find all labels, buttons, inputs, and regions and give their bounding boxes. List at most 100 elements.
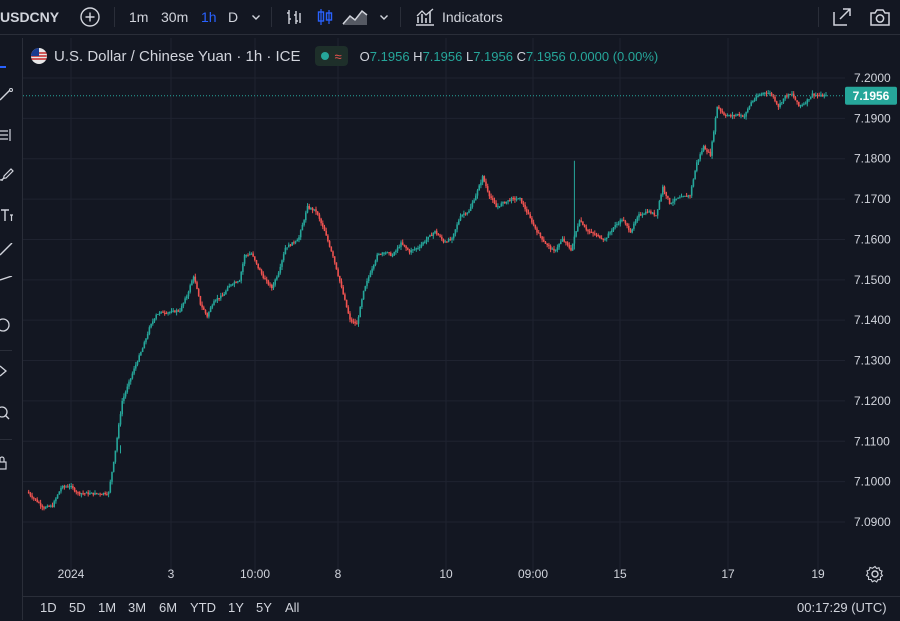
text-tool-icon[interactable] <box>0 208 14 222</box>
ruler-icon[interactable] <box>0 243 14 257</box>
bar-chart-type-button[interactable] <box>284 0 304 34</box>
candles-chart-type-button[interactable] <box>315 0 335 34</box>
candle-body <box>529 214 531 218</box>
candle-body <box>112 461 115 472</box>
candle-body <box>413 249 416 251</box>
candle-body <box>209 307 212 312</box>
candle-body <box>384 252 387 254</box>
candle-body <box>755 96 758 100</box>
candle-body <box>495 203 497 208</box>
interval-1m-button[interactable]: 1m <box>129 0 148 34</box>
emoji-icon[interactable] <box>0 318 14 332</box>
cursor-icon[interactable] <box>0 52 6 68</box>
candle-body <box>546 243 548 245</box>
market-status-pill[interactable]: ≈ <box>314 46 348 66</box>
candle-body <box>677 197 679 199</box>
zoom-in-icon[interactable] <box>0 406 14 420</box>
candle-body <box>51 505 54 507</box>
candle-body <box>252 253 254 257</box>
candle-body <box>667 196 669 198</box>
price-chart[interactable] <box>23 38 845 580</box>
candle-body <box>61 486 64 488</box>
candle-body <box>617 223 620 225</box>
indicators-icon <box>416 8 434 26</box>
candle-body <box>786 95 788 97</box>
candle-body <box>702 146 705 151</box>
measure-icon[interactable] <box>0 276 14 290</box>
range-label: 5D <box>69 600 86 615</box>
candle-body <box>583 225 586 228</box>
candle-body <box>488 191 491 197</box>
chart-settings-button[interactable] <box>865 564 885 584</box>
drawing-toolbar <box>0 38 23 620</box>
candle-body <box>325 230 327 236</box>
candle-body <box>638 214 640 218</box>
interval-dropdown-button[interactable] <box>250 0 262 34</box>
candle-body <box>801 104 803 106</box>
candle-body <box>68 486 71 488</box>
candle-body <box>430 235 433 237</box>
candle-body <box>356 323 358 325</box>
candle-body <box>41 505 44 508</box>
candle-body <box>128 381 130 387</box>
range-1d-button[interactable]: 1D <box>40 600 57 615</box>
range-1y-button[interactable]: 1Y <box>228 600 244 615</box>
interval-1h-button[interactable]: 1h <box>201 0 217 34</box>
candle-body <box>587 229 589 232</box>
eraser-icon[interactable] <box>0 364 14 378</box>
lock-icon[interactable] <box>0 456 14 470</box>
candle-body <box>481 176 484 183</box>
brush-icon[interactable] <box>0 168 14 182</box>
candle-body <box>442 239 445 243</box>
candle-body <box>245 255 248 257</box>
fib-retracement-icon[interactable] <box>0 128 14 142</box>
candle-body <box>216 297 219 301</box>
range-6m-button[interactable]: 6M <box>159 600 177 615</box>
area-chart-type-button[interactable] <box>342 0 368 34</box>
symbol-title: U.S. Dollar / Chinese Yuan · 1h · ICE <box>54 47 301 65</box>
symbol-search-button[interactable]: USDCNY <box>0 0 59 34</box>
trend-line-icon[interactable] <box>0 88 14 102</box>
price-axis[interactable]: 7.2000 7.1900 7.1800 7.1700 7.1600 7.1500 7.14… <box>845 38 900 580</box>
candle-body <box>191 280 193 286</box>
chevron-down-icon <box>380 15 388 20</box>
indicators-button[interactable]: Indicators <box>414 0 503 34</box>
chevron-down-icon <box>252 15 260 20</box>
candle-body <box>303 220 305 225</box>
range-5y-button[interactable]: 5Y <box>256 600 272 615</box>
screenshot-button[interactable] <box>868 0 892 34</box>
range-all-button[interactable]: All <box>285 600 299 615</box>
candle-body <box>29 493 32 496</box>
utc-clock[interactable]: 00:17:29 (UTC) <box>797 600 887 615</box>
candle-body <box>454 229 457 234</box>
candle-body <box>269 284 271 286</box>
interval-d-button[interactable]: D <box>228 0 238 34</box>
candle-body <box>503 202 506 204</box>
candle-body <box>152 321 154 324</box>
range-1m-button[interactable]: 1M <box>98 600 116 615</box>
candle-body <box>153 318 156 322</box>
candle-body <box>575 231 577 237</box>
range-3m-button[interactable]: 3M <box>128 600 146 615</box>
candle-body <box>34 498 37 500</box>
candle-body <box>719 108 722 111</box>
candle-body <box>350 319 353 322</box>
candle-body <box>201 304 203 308</box>
candle-body <box>764 92 766 94</box>
candle-body <box>490 196 492 199</box>
chart-type-dropdown-button[interactable] <box>378 0 390 34</box>
candle-body <box>371 268 373 273</box>
time-axis[interactable]: 2024 3 10:00 8 10 09:00 15 17 19 <box>23 560 845 588</box>
range-5d-button[interactable]: 5D <box>69 600 86 615</box>
candle-body <box>585 227 588 230</box>
interval-30m-button[interactable]: 30m <box>161 0 188 34</box>
compare-symbol-button[interactable] <box>79 0 101 34</box>
fullscreen-button[interactable] <box>831 0 853 34</box>
chart-legend: U.S. Dollar / Chinese Yuan · 1h · ICE ≈ … <box>30 44 658 68</box>
candle-body <box>456 224 458 230</box>
candle-body <box>650 211 652 214</box>
range-ytd-button[interactable]: YTD <box>190 600 216 615</box>
candle-body <box>685 195 688 197</box>
candle-body <box>288 244 290 248</box>
candle-body <box>238 280 241 282</box>
